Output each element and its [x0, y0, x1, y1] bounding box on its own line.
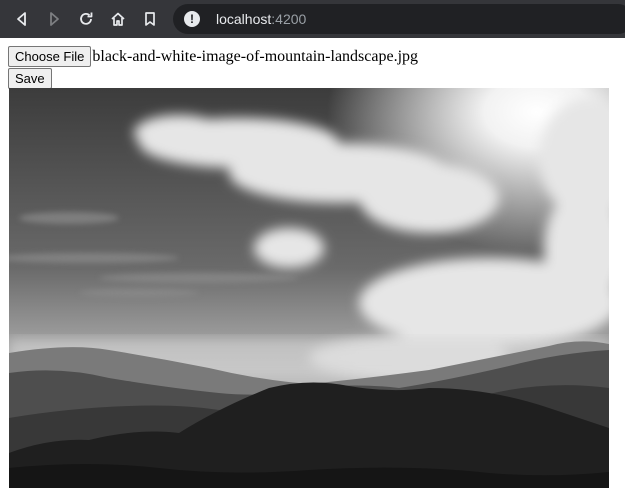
bookmark-button[interactable] [134, 3, 166, 35]
back-icon [17, 12, 26, 26]
url-text: localhost:4200 [216, 11, 306, 27]
url-host: localhost [216, 11, 272, 27]
reload-icon [80, 12, 93, 25]
back-button[interactable] [6, 3, 38, 35]
info-icon[interactable]: ! [184, 11, 200, 27]
reload-button[interactable] [70, 3, 102, 35]
save-button[interactable]: Save [8, 68, 52, 89]
landscape-photo [9, 88, 609, 488]
address-bar[interactable]: ! localhost:4200 [173, 4, 625, 34]
home-button[interactable] [102, 3, 134, 35]
selected-file-name: black-and-white-image-of-mountain-landsc… [92, 47, 419, 65]
url-port: :4200 [271, 11, 307, 27]
mountain-landscape-image [9, 88, 609, 488]
home-icon [111, 12, 125, 26]
forward-icon [50, 12, 59, 26]
bookmark-icon [145, 12, 155, 26]
file-input: Choose File black-and-white-image-of-mou… [8, 46, 418, 67]
choose-file-button[interactable]: Choose File [8, 46, 92, 67]
browser-toolbar: ! localhost:4200 [0, 0, 625, 38]
page-content: Choose File black-and-white-image-of-mou… [8, 46, 418, 89]
forward-button[interactable] [38, 3, 70, 35]
